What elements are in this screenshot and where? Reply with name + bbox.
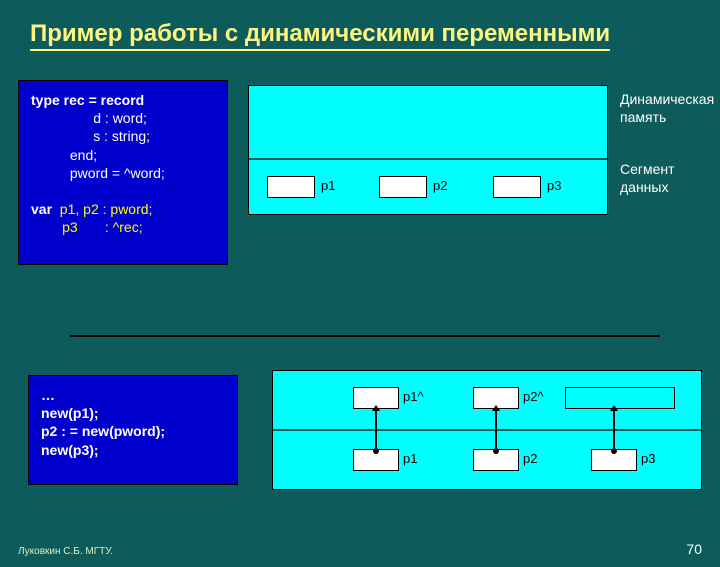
- heap-label-p1caret: p1^: [403, 389, 424, 404]
- ptr-label-p3: p3: [547, 178, 561, 193]
- code-new-calls: … new(p1); p2 : = new(pword); new(p3);: [41, 386, 225, 459]
- ptr-cell-p3: [493, 176, 541, 198]
- arrow-p3: [613, 411, 615, 451]
- data-label-p3: p3: [641, 451, 655, 466]
- heap-cell-p3: [565, 387, 675, 409]
- ptr-label-p1: p1: [321, 178, 335, 193]
- label-data-segment: Сегмент данных: [620, 160, 710, 196]
- segment-divider: [249, 158, 607, 160]
- code-block-declarations: type rec = record d : word; s : string; …: [18, 80, 228, 265]
- memory-diagram-after: p1^ p2^ p1 p2 p3: [272, 370, 702, 490]
- page-number: 70: [686, 541, 702, 557]
- heap-label-p2caret: p2^: [523, 389, 544, 404]
- code-declarations: type rec = record d : word; s : string; …: [31, 91, 215, 237]
- arrow-p1: [375, 411, 377, 451]
- ptr-cell-p2: [379, 176, 427, 198]
- label-dynamic-memory: Динамическая память: [620, 90, 720, 126]
- footer-author: Луковкин С.Б. МГТУ.: [18, 546, 113, 557]
- memory-diagram-before: p1 p2 p3: [248, 85, 608, 215]
- ptr-cell-p1: [267, 176, 315, 198]
- data-label-p2: p2: [523, 451, 537, 466]
- segment-divider-2: [273, 429, 701, 431]
- data-label-p1: p1: [403, 451, 417, 466]
- code-block-new: … new(p1); p2 : = new(pword); new(p3);: [28, 375, 238, 485]
- slide-title: Пример работы с динамическими переменным…: [30, 20, 610, 51]
- section-divider: [70, 335, 660, 337]
- arrow-p2: [495, 411, 497, 451]
- ptr-label-p2: p2: [433, 178, 447, 193]
